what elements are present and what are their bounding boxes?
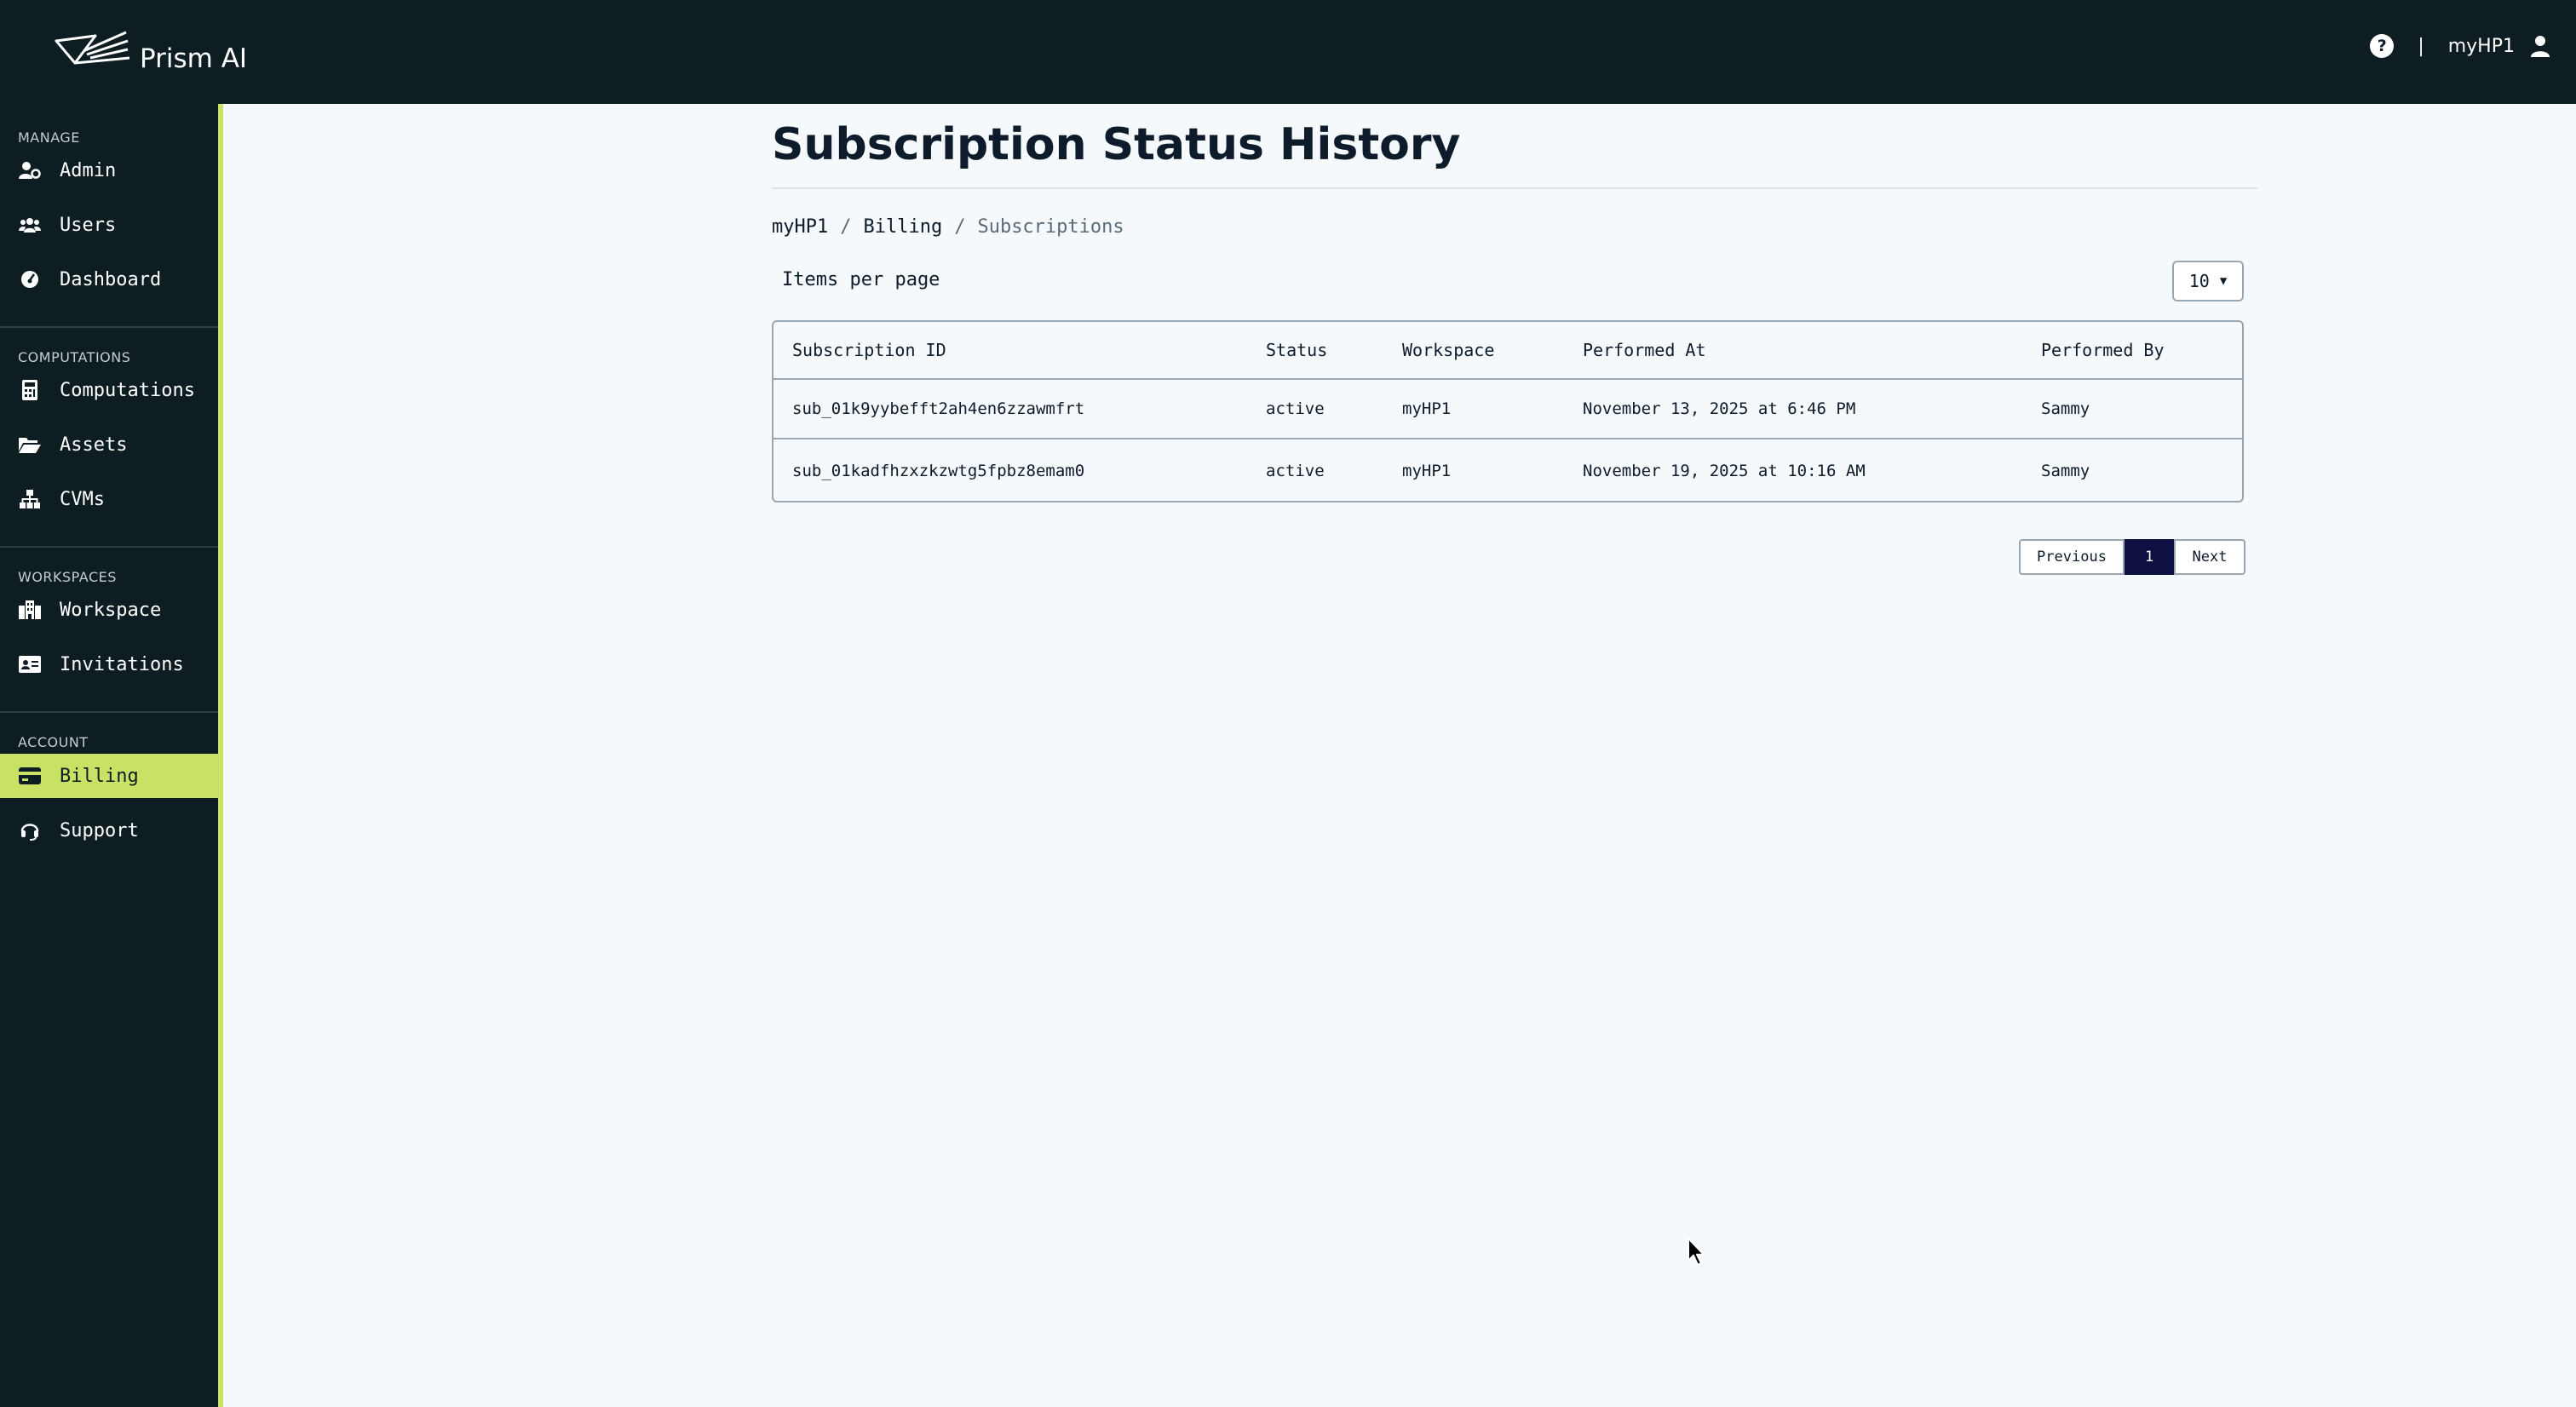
sidebar-item-assets[interactable]: Assets [0, 422, 218, 467]
table-header-row: Subscription ID Status Workspace Perform… [773, 322, 2242, 380]
cell-workspace: myHP1 [1402, 462, 1452, 480]
sidebar-item-support[interactable]: Support [0, 808, 218, 853]
brand-logo-link[interactable]: Prism AI [53, 29, 247, 77]
prism-logo-icon [55, 31, 130, 65]
gauge-icon [19, 268, 41, 290]
cell-performed-at: November 19, 2025 at 10:16 AM [1583, 462, 1866, 480]
breadcrumb-subscriptions: Subscriptions [977, 216, 1124, 238]
sidebar-item-label: Computations [60, 379, 195, 401]
breadcrumb: myHP1 / Billing / Subscriptions [772, 216, 1124, 238]
sidebar-item-computations[interactable]: Computations [0, 368, 218, 412]
sidebar-item-label: CVMs [60, 488, 105, 510]
sidebar-section-workspaces: WORKSPACES [18, 569, 117, 585]
sidebar-item-invitations[interactable]: Invitations [0, 642, 218, 686]
subscription-history-table: Subscription ID Status Workspace Perform… [772, 320, 2244, 502]
breadcrumb-billing[interactable]: Billing [863, 216, 942, 238]
previous-page-button[interactable]: Previous [2019, 539, 2125, 575]
column-header-performed-at: Performed At [1583, 340, 1706, 360]
cell-performed-by: Sammy [2041, 399, 2090, 418]
breadcrumb-workspace[interactable]: myHP1 [772, 216, 828, 238]
users-icon [19, 214, 41, 236]
user-name[interactable]: myHP1 [2448, 36, 2515, 57]
sidebar-item-workspace[interactable]: Workspace [0, 588, 218, 632]
sidebar-item-label: Assets [60, 434, 128, 456]
column-header-performed-by: Performed By [2041, 340, 2165, 360]
sidebar-section-account: ACCOUNT [18, 734, 89, 750]
sidebar-item-label: Admin [60, 159, 117, 181]
sidebar-divider [0, 711, 218, 713]
credit-card-icon [19, 765, 41, 787]
column-header-subscription-id: Subscription ID [792, 340, 946, 360]
page-title: Subscription Status History [772, 119, 1461, 170]
sidebar-item-label: Dashboard [60, 268, 162, 290]
building-icon [19, 599, 41, 621]
cell-status: active [1266, 462, 1325, 480]
breadcrumb-separator: / [840, 216, 852, 238]
sidebar-item-label: Support [60, 819, 139, 841]
sidebar-accent-bar [218, 104, 223, 1407]
sidebar-item-dashboard[interactable]: Dashboard [0, 257, 218, 302]
sidebar-item-admin[interactable]: Admin [0, 148, 218, 192]
cell-workspace: myHP1 [1402, 399, 1452, 418]
cell-performed-by: Sammy [2041, 462, 2090, 480]
brand-name: Prism AI [140, 43, 248, 74]
user-icon[interactable] [2530, 34, 2550, 58]
header-actions: ? | myHP1 [2370, 34, 2550, 58]
page-1-button[interactable]: 1 [2125, 539, 2174, 575]
folder-open-icon [19, 434, 41, 456]
mouse-pointer-icon [1688, 1238, 1705, 1266]
sitemap-icon [19, 488, 41, 510]
next-page-button[interactable]: Next [2174, 539, 2245, 575]
column-header-workspace: Workspace [1402, 340, 1495, 360]
pagination: Previous 1 Next [2019, 539, 2245, 575]
sidebar-section-manage: MANAGE [18, 129, 80, 146]
help-icon[interactable]: ? [2370, 34, 2395, 58]
cell-status: active [1266, 399, 1325, 418]
cell-performed-at: November 13, 2025 at 6:46 PM [1583, 399, 1856, 418]
calculator-icon [19, 379, 41, 401]
sidebar-item-users[interactable]: Users [0, 203, 218, 247]
sidebar-item-label: Billing [60, 765, 139, 787]
title-divider [772, 187, 2257, 189]
top-bar: Prism AI ? | myHP1 [0, 0, 2576, 104]
sidebar-item-label: Workspace [60, 599, 162, 621]
table-row[interactable]: sub_01k9yybefft2ah4en6zzawmfrt active my… [773, 380, 2242, 439]
cell-subscription-id: sub_01k9yybefft2ah4en6zzawmfrt [792, 399, 1085, 418]
sidebar-item-label: Users [60, 214, 117, 236]
sidebar-item-label: Invitations [60, 653, 184, 675]
sidebar-divider [0, 546, 218, 548]
items-per-page-value: 10 [2188, 271, 2210, 291]
sidebar-divider [0, 326, 218, 328]
caret-down-icon: ▼ [2219, 274, 2228, 288]
header-separator: | [2418, 35, 2424, 57]
user-gear-icon [19, 159, 41, 181]
cell-subscription-id: sub_01kadfhzxzkzwtg5fpbz8emam0 [792, 462, 1085, 480]
id-card-icon [19, 653, 41, 675]
items-per-page-select[interactable]: 10 ▼ [2172, 261, 2244, 302]
column-header-status: Status [1266, 340, 1328, 360]
headset-icon [19, 819, 41, 841]
breadcrumb-separator: / [954, 216, 966, 238]
sidebar-item-billing[interactable]: Billing [0, 754, 218, 798]
sidebar-section-computations: COMPUTATIONS [18, 349, 131, 365]
table-row[interactable]: sub_01kadfhzxzkzwtg5fpbz8emam0 active my… [773, 441, 2242, 501]
items-per-page-label: Items per page [782, 269, 940, 290]
sidebar-item-cvms[interactable]: CVMs [0, 477, 218, 521]
